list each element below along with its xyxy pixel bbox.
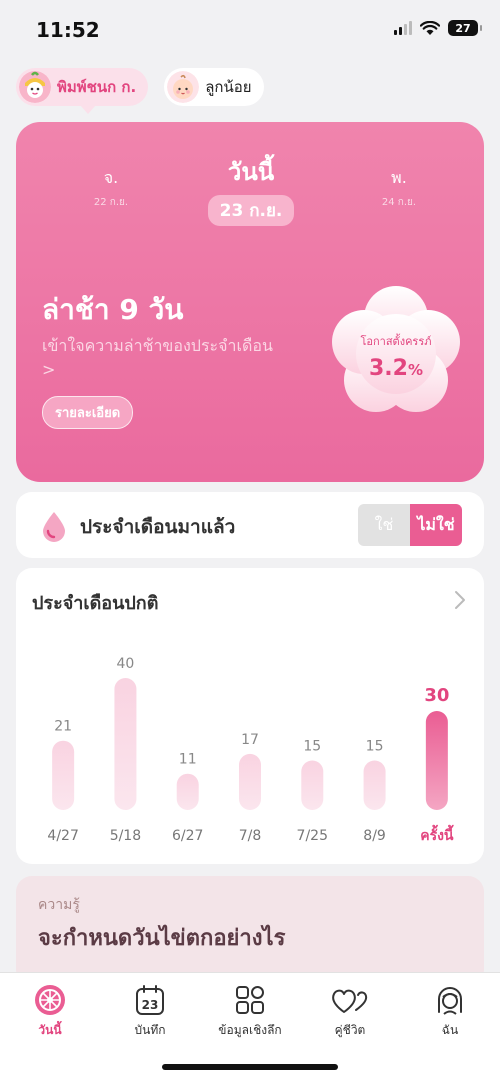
- calendar-icon-day: 23: [142, 998, 159, 1012]
- day-next-name: พ.: [391, 168, 407, 187]
- knowledge-title: จะกำหนดวันไข่ตกอย่างไร: [38, 926, 286, 951]
- pregnancy-chance: โอกาสตั้งครรภ์ 3.2%: [328, 332, 464, 381]
- blood-drop-icon: [43, 512, 65, 542]
- knowledge-label: ความรู้: [38, 897, 80, 913]
- chart-category-label: 6/27: [172, 828, 203, 844]
- tab-partner[interactable]: คู่ชีวิต: [300, 983, 400, 1040]
- chart-value-label: 17: [241, 732, 259, 748]
- status-time: 11:52: [36, 18, 100, 42]
- wifi-icon: [420, 20, 440, 35]
- status-bar: 11:52 27: [0, 0, 500, 62]
- chart-category-label: 8/9: [363, 828, 386, 844]
- tab-partner-label: คู่ชีวิต: [334, 1023, 366, 1037]
- late-explain-text: เข้าใจความล่าช้าของประจำเดือน: [42, 336, 273, 355]
- chart-category-label: 7/25: [297, 828, 328, 844]
- chart-category-label: ครั้งนี้: [420, 824, 454, 844]
- home-indicator: [162, 1064, 338, 1070]
- knowledge-card[interactable]: ความรู้ จะกำหนดวันไข่ตกอย่างไร: [16, 876, 484, 986]
- tab-today[interactable]: วันนี้: [0, 983, 100, 1040]
- profile-name-self: พิมพ์ชนก ก.: [57, 78, 137, 96]
- chevron-right-icon: >: [42, 360, 56, 379]
- chart-value-label: 40: [117, 656, 135, 672]
- cycle-length-card[interactable]: ประจำเดือนปกติ 21 4/27 40 5/18 11 6/27 17 7/8 15…: [16, 568, 484, 864]
- chart-category-label: 7/8: [239, 828, 262, 844]
- chart-bar: [363, 760, 386, 810]
- chart-bar: [114, 678, 137, 810]
- chart-bar: [52, 740, 75, 810]
- avatar-baby: [167, 71, 200, 103]
- chart-bar: [425, 711, 448, 810]
- cellular-signal-icon: [394, 21, 412, 35]
- chart-value-label: 30: [424, 685, 449, 706]
- late-status-title: ล่าช้า 9 วัน: [42, 293, 184, 326]
- profile-chip-self[interactable]: พิมพ์ชนก ก.: [16, 68, 149, 114]
- cycle-summary-card: จ. 22 ก.ย. วันนี้ 23 ก.ย. พ. 24 ก.ย. ล่า…: [16, 122, 484, 482]
- tab-insights[interactable]: ข้อมูลเชิงลึก: [200, 983, 300, 1040]
- pregnancy-chance-label: โอกาสตั้งครรภ์: [360, 335, 432, 348]
- details-button[interactable]: รายละเอียด: [42, 396, 134, 429]
- partner-hearts-icon: [332, 989, 368, 1013]
- chart-bar: [239, 753, 261, 810]
- chart-category-label: 4/27: [47, 828, 78, 844]
- today-icon: [35, 985, 65, 1015]
- tab-me-label: ฉัน: [441, 1023, 459, 1037]
- yes-button[interactable]: ใช่: [358, 504, 410, 546]
- no-button[interactable]: ไม่ใช่: [410, 504, 462, 546]
- chart-bar: [176, 773, 199, 810]
- tab-me[interactable]: ฉัน: [400, 983, 500, 1040]
- tab-log[interactable]: 23 บันทึก: [100, 983, 200, 1040]
- chart-bar: [301, 760, 324, 810]
- day-prev-name: จ.: [103, 168, 119, 187]
- profile-name-baby: ลูกน้อย: [205, 78, 252, 96]
- today-label: วันนี้: [227, 158, 275, 186]
- pregnancy-chance-unit: %: [407, 361, 423, 379]
- profile-icon: [438, 987, 462, 1015]
- today-date: 23 ก.ย.: [207, 195, 295, 226]
- tab-insights-label: ข้อมูลเชิงลึก: [218, 1023, 282, 1037]
- status-icons: 27: [394, 20, 482, 36]
- late-explain-link[interactable]: เข้าใจความล่าช้าของประจำเดือน >: [42, 334, 312, 382]
- insights-icon: [236, 986, 264, 1014]
- day-next[interactable]: พ. 24 ก.ย.: [364, 166, 434, 210]
- day-prev-date: 22 ก.ย.: [93, 197, 129, 208]
- chart-category-label: 5/18: [110, 828, 141, 844]
- avatar-self: [19, 71, 51, 103]
- tab-log-label: บันทึก: [134, 1023, 166, 1037]
- period-started-title: ประจำเดือนมาแล้ว: [80, 516, 236, 538]
- period-started-card: ประจำเดือนมาแล้ว ใช่ ไม่ใช่: [16, 492, 484, 558]
- chart-value-label: 15: [366, 739, 384, 755]
- battery-icon: 27: [448, 20, 482, 36]
- profile-switcher: พิมพ์ชนก ก. ลูกน้อย: [16, 68, 264, 114]
- calendar-icon: 23: [136, 985, 164, 1015]
- chart-value-label: 21: [54, 719, 72, 735]
- day-next-date: 24 ก.ย.: [381, 197, 417, 208]
- pregnancy-chance-value: 3.2%: [328, 356, 464, 381]
- pregnancy-chance-number: 3.2: [368, 356, 408, 381]
- chart-value-label: 15: [303, 739, 321, 755]
- day-today[interactable]: วันนี้ 23 ก.ย.: [196, 152, 306, 226]
- tab-today-label: วันนี้: [38, 1023, 62, 1037]
- day-prev[interactable]: จ. 22 ก.ย.: [76, 166, 146, 210]
- chart-value-label: 11: [179, 752, 197, 768]
- profile-chip-baby[interactable]: ลูกน้อย: [164, 68, 264, 106]
- cycle-length-chart: 21 4/27 40 5/18 11 6/27 17 7/8 15 7/25 15 8/9 30 ครั้…: [47, 656, 454, 844]
- period-yes-no-toggle: ใช่ ไม่ใช่: [358, 504, 462, 546]
